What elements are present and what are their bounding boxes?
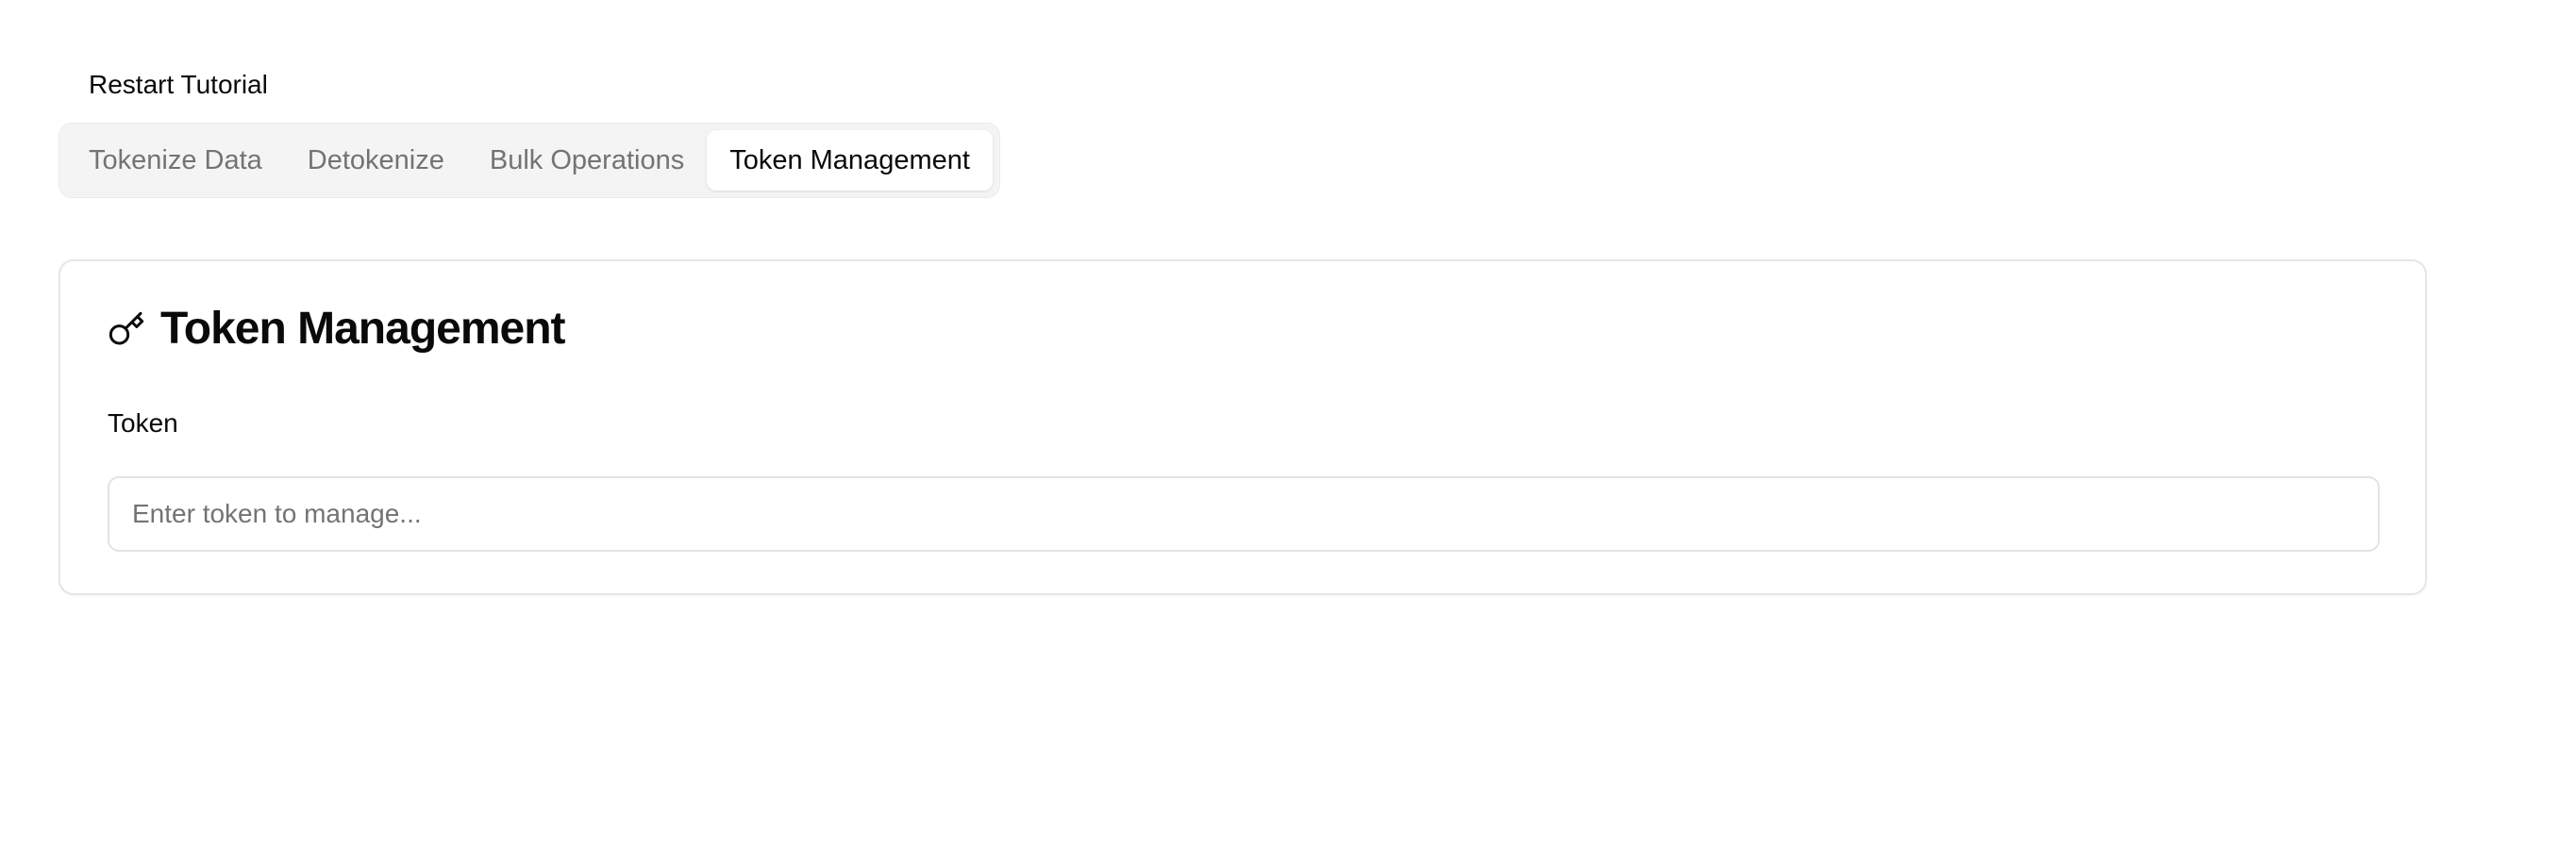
tab-bulk-operations[interactable]: Bulk Operations <box>467 130 707 191</box>
tab-detokenize[interactable]: Detokenize <box>285 130 467 191</box>
card-header: Token Management <box>108 303 566 355</box>
tab-tokenize-data[interactable]: Tokenize Data <box>66 130 285 191</box>
token-field-label: Token <box>108 408 178 438</box>
token-management-card: Token Management Token <box>59 259 2427 595</box>
tab-list: Tokenize Data Detokenize Bulk Operations… <box>59 123 1000 198</box>
key-icon <box>108 310 145 348</box>
token-input[interactable] <box>108 476 2380 552</box>
card-title: Token Management <box>160 304 566 354</box>
restart-tutorial-button[interactable]: Restart Tutorial <box>74 62 283 108</box>
tab-token-management[interactable]: Token Management <box>707 130 993 191</box>
